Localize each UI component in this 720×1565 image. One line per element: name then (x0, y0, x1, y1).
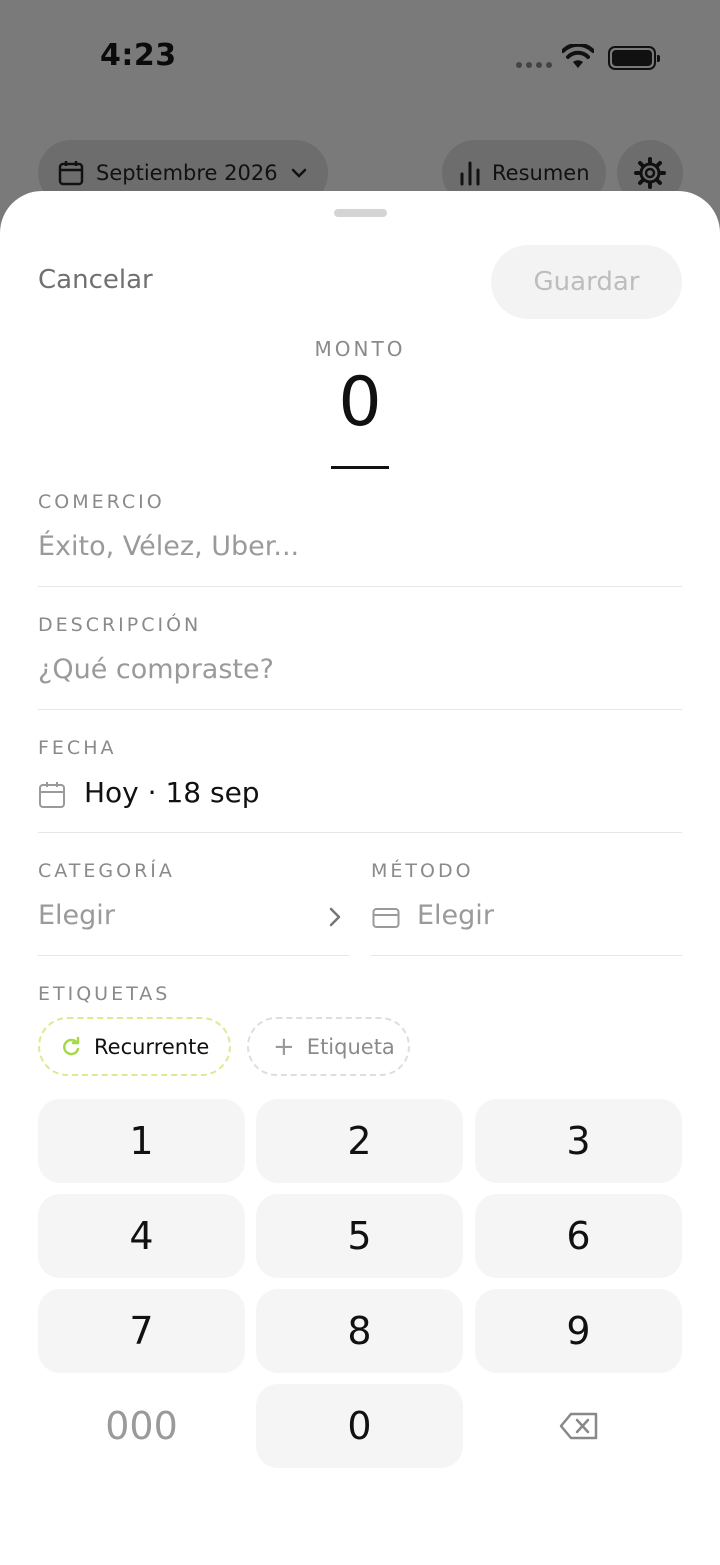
calendar-icon (58, 161, 84, 186)
key-4[interactable]: 4 (38, 1194, 245, 1278)
merchant-input[interactable]: Éxito, Vélez, Uber... (38, 531, 299, 562)
summary-label: Resumen (492, 161, 590, 185)
credit-card-icon (372, 908, 400, 928)
status-time: 4:23 (100, 38, 177, 73)
sheet-grabber[interactable] (334, 209, 387, 217)
add-tag-label: Etiqueta (306, 1034, 395, 1059)
description-label: DESCRIPCIÓN (38, 614, 202, 636)
category-selector[interactable]: Elegir (38, 900, 115, 931)
cancel-button[interactable]: Cancelar (38, 265, 153, 295)
divider (38, 586, 682, 587)
method-label: MÉTODO (371, 860, 474, 882)
key-8[interactable]: 8 (256, 1289, 463, 1373)
wifi-icon (562, 44, 594, 68)
merchant-label: COMERCIO (38, 491, 165, 513)
backspace-key[interactable] (475, 1384, 682, 1468)
amount-value[interactable]: 0 (0, 363, 720, 442)
month-label: Septiembre 2026 (96, 161, 278, 185)
date-picker[interactable]: Hoy · 18 sep (84, 776, 260, 809)
amount-underline (331, 466, 389, 469)
calendar-icon (39, 782, 65, 808)
refresh-icon (63, 1036, 80, 1055)
tag-recurrent[interactable]: Recurrente (38, 1017, 231, 1076)
chevron-down-icon (291, 168, 306, 178)
amount-label: MONTO (314, 337, 406, 361)
tags-label: ETIQUETAS (38, 983, 171, 1005)
method-selector[interactable]: Elegir (417, 900, 494, 931)
gear-icon (634, 157, 666, 189)
key-7[interactable]: 7 (38, 1289, 245, 1373)
add-tag-button[interactable]: + Etiqueta (247, 1017, 410, 1076)
chevron-right-icon (329, 907, 341, 927)
add-expense-sheet: Cancelar Guardar MONTO 0 COMERCIO Éxito,… (0, 191, 720, 1565)
key-3[interactable]: 3 (475, 1099, 682, 1183)
divider (371, 955, 682, 956)
category-label: CATEGORÍA (38, 860, 175, 882)
bar-chart-icon (460, 161, 480, 186)
tag-recurrent-label: Recurrente (94, 1034, 210, 1059)
plus-icon: + (273, 1031, 295, 1062)
key-6[interactable]: 6 (475, 1194, 682, 1278)
cellular-signal-icon (516, 62, 552, 68)
key-1[interactable]: 1 (38, 1099, 245, 1183)
divider (38, 832, 682, 833)
description-input[interactable]: ¿Qué compraste? (38, 654, 274, 685)
divider (38, 709, 682, 710)
save-button[interactable]: Guardar (491, 245, 682, 319)
key-9[interactable]: 9 (475, 1289, 682, 1373)
key-0[interactable]: 0 (256, 1384, 463, 1468)
divider (38, 955, 349, 956)
battery-icon (608, 46, 660, 70)
status-bar: 4:23 (0, 0, 720, 120)
key-2[interactable]: 2 (256, 1099, 463, 1183)
key-5[interactable]: 5 (256, 1194, 463, 1278)
key-000[interactable]: 000 (38, 1384, 245, 1468)
backspace-icon (559, 1412, 597, 1440)
date-label: FECHA (38, 737, 117, 759)
